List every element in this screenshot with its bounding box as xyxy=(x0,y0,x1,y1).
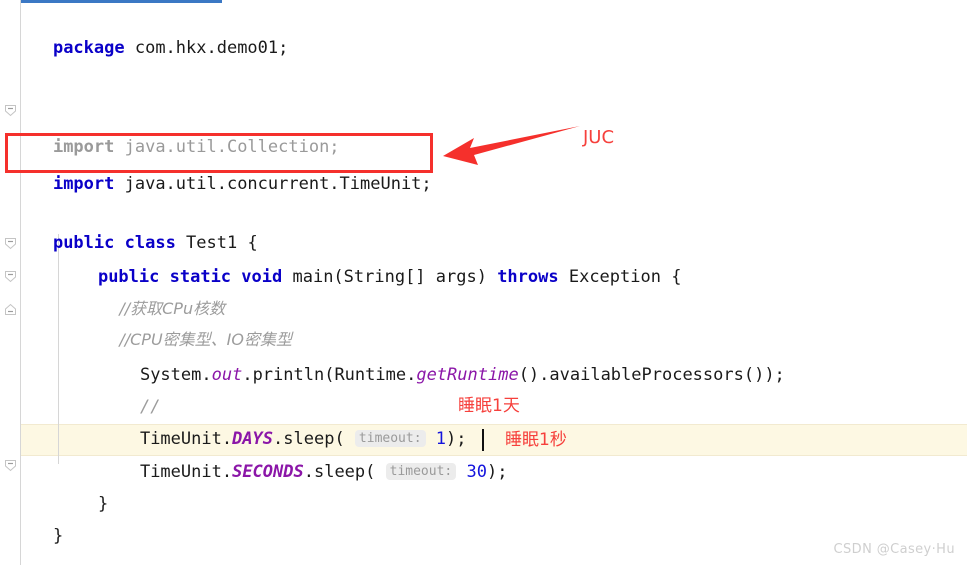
static-method-getruntime: getRuntime xyxy=(416,365,519,385)
inlay-hint-timeout-seconds[interactable]: timeout: xyxy=(385,463,457,480)
annotation-sleep-day: 睡眠1天 xyxy=(458,396,520,416)
argument-value-seconds: 30 xyxy=(466,462,487,482)
import-timeunit-path: java.util.concurrent.TimeUnit; xyxy=(114,174,432,194)
code-line-import-collection[interactable]: import java.util.Collection; xyxy=(0,99,340,157)
code-line-sleep-days[interactable]: TimeUnit.DAYS.sleep( timeout: 1); xyxy=(0,391,467,449)
package-name: com.hkx.demo01; xyxy=(124,38,289,58)
brace-close-method: } xyxy=(97,494,109,514)
println-mid: .println(Runtime. xyxy=(242,365,417,385)
red-arrow-icon xyxy=(443,126,580,165)
brace-close-class: } xyxy=(52,526,64,546)
code-line-package[interactable]: package com.hkx.demo01; xyxy=(0,0,288,58)
code-line-println[interactable]: System.out.println(Runtime.getRuntime().… xyxy=(0,327,785,385)
static-field-out: out xyxy=(211,365,243,385)
throws-type: Exception { xyxy=(558,267,682,287)
code-line-class-decl[interactable]: public class Test1 { xyxy=(0,195,258,253)
keyword-package: package xyxy=(52,38,125,58)
code-line-comment-cpu-io[interactable]: //CPU密集型、IO密集型 xyxy=(0,292,292,349)
code-line-close-class[interactable]: } xyxy=(0,488,63,546)
code-line-main-signature[interactable]: public static void main(String[] args) t… xyxy=(0,229,681,287)
enum-constant-seconds: SECONDS xyxy=(232,462,304,482)
timeunit-prefix-seconds: TimeUnit. xyxy=(139,462,233,482)
code-line-comment-cpu-cores[interactable]: //获取CPu核数 xyxy=(0,261,225,318)
main-params: main(String[] args) xyxy=(282,267,498,287)
println-suffix: ().availableProcessors()); xyxy=(518,365,785,385)
code-line-import-timeunit[interactable]: import java.util.concurrent.TimeUnit; xyxy=(0,136,432,194)
keyword-import-timeunit: import xyxy=(52,174,115,194)
keyword-void: void xyxy=(241,267,283,287)
code-editor[interactable]: package com.hkx.demo01; import java.util… xyxy=(0,0,967,565)
sleep-call-seconds: .sleep( xyxy=(303,462,386,482)
code-line-comment-empty[interactable]: // xyxy=(0,359,160,417)
code-line-close-method[interactable]: } xyxy=(0,456,108,514)
keyword-throws: throws xyxy=(497,267,559,287)
text-caret xyxy=(482,429,484,451)
watermark-text: CSDN @Casey·Hu xyxy=(833,542,955,557)
annotation-juc: JUC xyxy=(583,127,615,148)
code-line-sleep-seconds[interactable]: TimeUnit.SECONDS.sleep( timeout: 30); xyxy=(0,424,508,482)
sleep-close-seconds: ); xyxy=(486,462,508,482)
